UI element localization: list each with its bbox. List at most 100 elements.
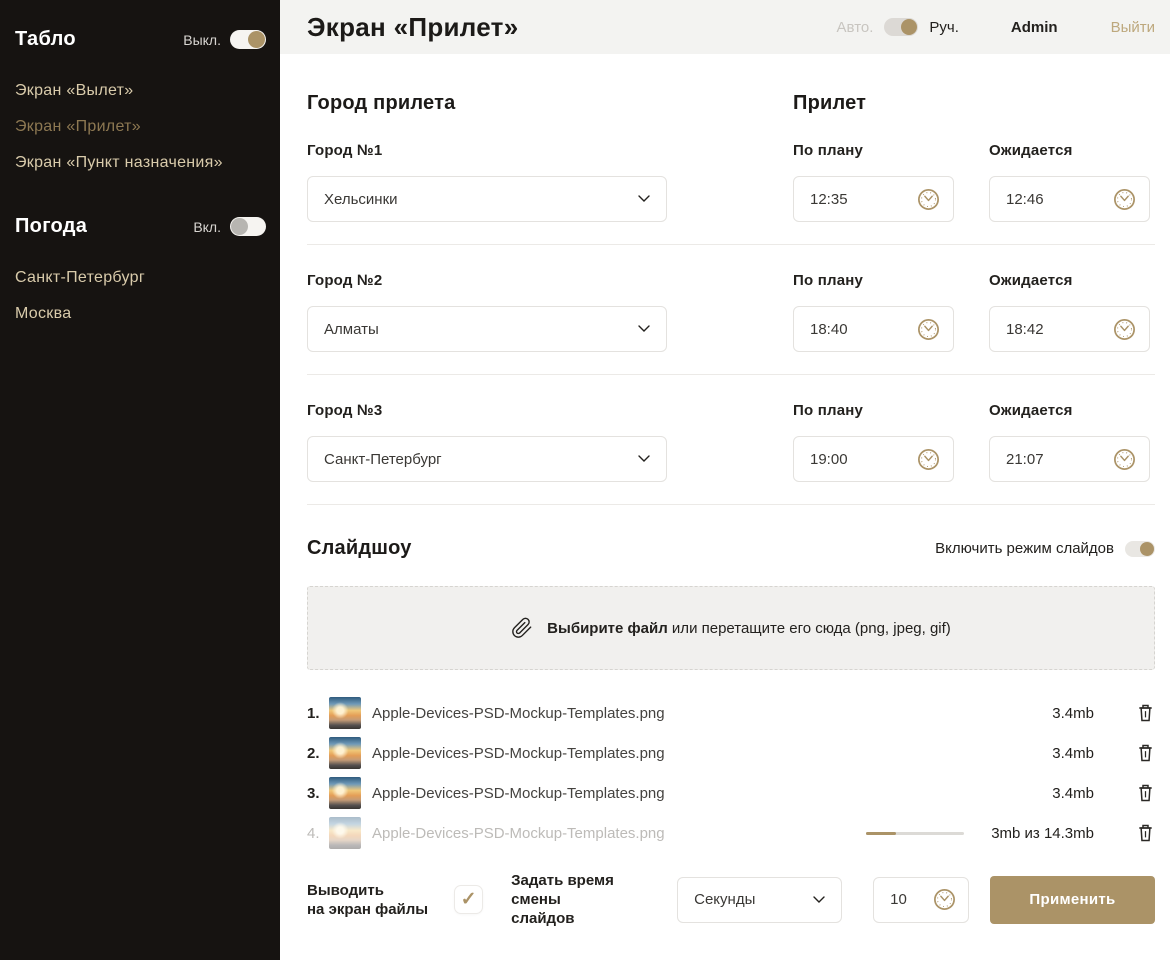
delete-file-button[interactable]: [1136, 702, 1155, 724]
content: Город прилета Прилет Город №1 По плану О…: [280, 54, 1170, 960]
interval-unit-select[interactable]: Секунды: [677, 877, 842, 923]
page-title: Экран «Прилет»: [307, 12, 518, 43]
clock-icon[interactable]: [1112, 447, 1137, 472]
city-3-scheduled-field: [793, 436, 954, 482]
city-3-select[interactable]: Санкт-Петербург: [307, 436, 667, 482]
slide-interval-label: Задать время смены слайдов: [511, 871, 661, 928]
city-3-label: Город №3: [307, 402, 382, 419]
city-2-expected-input[interactable]: [1006, 321, 1096, 338]
cancel-upload-button[interactable]: [1136, 822, 1155, 844]
logout-link[interactable]: Выйти: [1111, 19, 1155, 36]
trash-icon: [1138, 704, 1153, 722]
city-1-scheduled-field: [793, 176, 954, 222]
upload-hint-rest: или перетащите его сюда (png, jpeg, gif): [668, 620, 951, 637]
city-2-label: Город №2: [307, 272, 382, 289]
file-row-1: 1. Apple-Devices-PSD-Mockup-Templates.pn…: [307, 693, 1155, 733]
city-1-scheduled-input[interactable]: [810, 191, 900, 208]
city-row-2: Город №2 По плану Ожидается Алматы: [307, 245, 1155, 375]
manual-mode-label: Руч.: [929, 19, 959, 36]
slideshow-mode-toggle[interactable]: [1125, 541, 1155, 557]
file-index: 1.: [307, 705, 329, 722]
chevron-down-icon: [638, 195, 650, 203]
file-dropzone[interactable]: Выбирите файл или перетащите его сюда (p…: [307, 586, 1155, 670]
file-size: 3.4mb: [1052, 745, 1094, 762]
expected-label: Ожидается: [989, 142, 1073, 159]
scheduled-label: По плану: [793, 142, 863, 159]
auto-manual-toggle[interactable]: [884, 18, 918, 36]
upload-hint: Выбирите файл или перетащите его сюда (p…: [547, 620, 951, 637]
section-title-slideshow: Слайдшоу: [307, 537, 412, 560]
output-files-checkbox[interactable]: ✓: [454, 885, 483, 914]
city-1-expected-input[interactable]: [1006, 191, 1096, 208]
city-2-scheduled-input[interactable]: [810, 321, 900, 338]
sidebar-item-moscow[interactable]: Москва: [15, 296, 266, 332]
clock-icon[interactable]: [916, 447, 941, 472]
file-name: Apple-Devices-PSD-Mockup-Templates.png: [372, 745, 1052, 762]
file-thumbnail: [329, 777, 361, 809]
trash-icon: [1138, 824, 1153, 842]
clock-icon[interactable]: [1112, 317, 1137, 342]
toggle-knob: [901, 19, 917, 35]
interval-value-field: [873, 877, 969, 923]
file-thumbnail: [329, 737, 361, 769]
sidebar-section-title-tablo: Табло: [15, 28, 76, 51]
auto-mode-label: Авто.: [837, 19, 874, 36]
toggle-knob: [248, 31, 265, 48]
file-row-3: 3. Apple-Devices-PSD-Mockup-Templates.pn…: [307, 773, 1155, 813]
file-size: 3.4mb: [1052, 705, 1094, 722]
delete-file-button[interactable]: [1136, 742, 1155, 764]
city-1-select[interactable]: Хельсинки: [307, 176, 667, 222]
slideshow-header: Слайдшоу Включить режим слайдов: [307, 537, 1155, 560]
header: Экран «Прилет» Авто. Руч. Admin Выйти: [280, 0, 1170, 54]
city-3-expected-input[interactable]: [1006, 451, 1096, 468]
trash-icon: [1138, 744, 1153, 762]
sidebar-item-arrival-screen[interactable]: Экран «Прилет»: [15, 109, 266, 145]
city-3-scheduled-input[interactable]: [810, 451, 900, 468]
paperclip-icon: [511, 616, 533, 640]
clock-icon[interactable]: [1112, 187, 1137, 212]
slideshow-toggle-label: Включить режим слайдов: [935, 540, 1114, 557]
city-row-3: Город №3 По плану Ожидается Санкт-Петерб…: [307, 375, 1155, 505]
city-2-select[interactable]: Алматы: [307, 306, 667, 352]
file-size: 3.4mb: [1052, 785, 1094, 802]
weather-toggle-label: Вкл.: [193, 219, 221, 235]
sidebar-section-weather: Погода Вкл. Санкт-Петербург Москва: [15, 215, 266, 332]
upload-progress-bar: [866, 832, 964, 835]
file-name: Apple-Devices-PSD-Mockup-Templates.png: [372, 785, 1052, 802]
city-3-expected-field: [989, 436, 1150, 482]
city-1-expected-field: [989, 176, 1150, 222]
file-thumbnail: [329, 697, 361, 729]
file-row-4-uploading: 4. Apple-Devices-PSD-Mockup-Templates.pn…: [307, 813, 1155, 853]
clock-icon[interactable]: [916, 187, 941, 212]
file-index: 3.: [307, 785, 329, 802]
sidebar-item-destination-screen[interactable]: Экран «Пункт назначения»: [15, 145, 266, 181]
file-index: 2.: [307, 745, 329, 762]
upload-progress-fill: [866, 832, 895, 835]
city-2-scheduled-field: [793, 306, 954, 352]
weather-toggle[interactable]: [230, 217, 266, 236]
file-thumbnail: [329, 817, 361, 849]
chevron-down-icon: [638, 455, 650, 463]
slideshow-controls: Выводить на экран файлы ✓ Задать время с…: [307, 871, 1155, 960]
sidebar-item-departure-screen[interactable]: Экран «Вылет»: [15, 73, 266, 109]
sidebar: Табло Выкл. Экран «Вылет» Экран «Прилет»…: [0, 0, 280, 960]
sidebar-item-saint-petersburg[interactable]: Санкт-Петербург: [15, 260, 266, 296]
clock-icon[interactable]: [932, 887, 957, 912]
delete-file-button[interactable]: [1136, 782, 1155, 804]
upload-progress-text: 3mb из 14.3mb: [991, 825, 1094, 842]
scheduled-label: По плану: [793, 402, 863, 419]
file-index: 4.: [307, 825, 329, 842]
expected-label: Ожидается: [989, 402, 1073, 419]
sidebar-section-title-weather: Погода: [15, 215, 87, 238]
apply-button[interactable]: Применить: [990, 876, 1155, 924]
city-2-expected-field: [989, 306, 1150, 352]
interval-value-input[interactable]: [890, 891, 922, 908]
clock-icon[interactable]: [916, 317, 941, 342]
file-list: 1. Apple-Devices-PSD-Mockup-Templates.pn…: [307, 693, 1155, 853]
expected-label: Ожидается: [989, 272, 1073, 289]
chevron-down-icon: [813, 896, 825, 904]
toggle-knob: [1140, 542, 1154, 556]
section-title-arrival-city: Город прилета: [307, 92, 455, 114]
tablo-toggle[interactable]: [230, 30, 266, 49]
city-1-label: Город №1: [307, 142, 382, 159]
